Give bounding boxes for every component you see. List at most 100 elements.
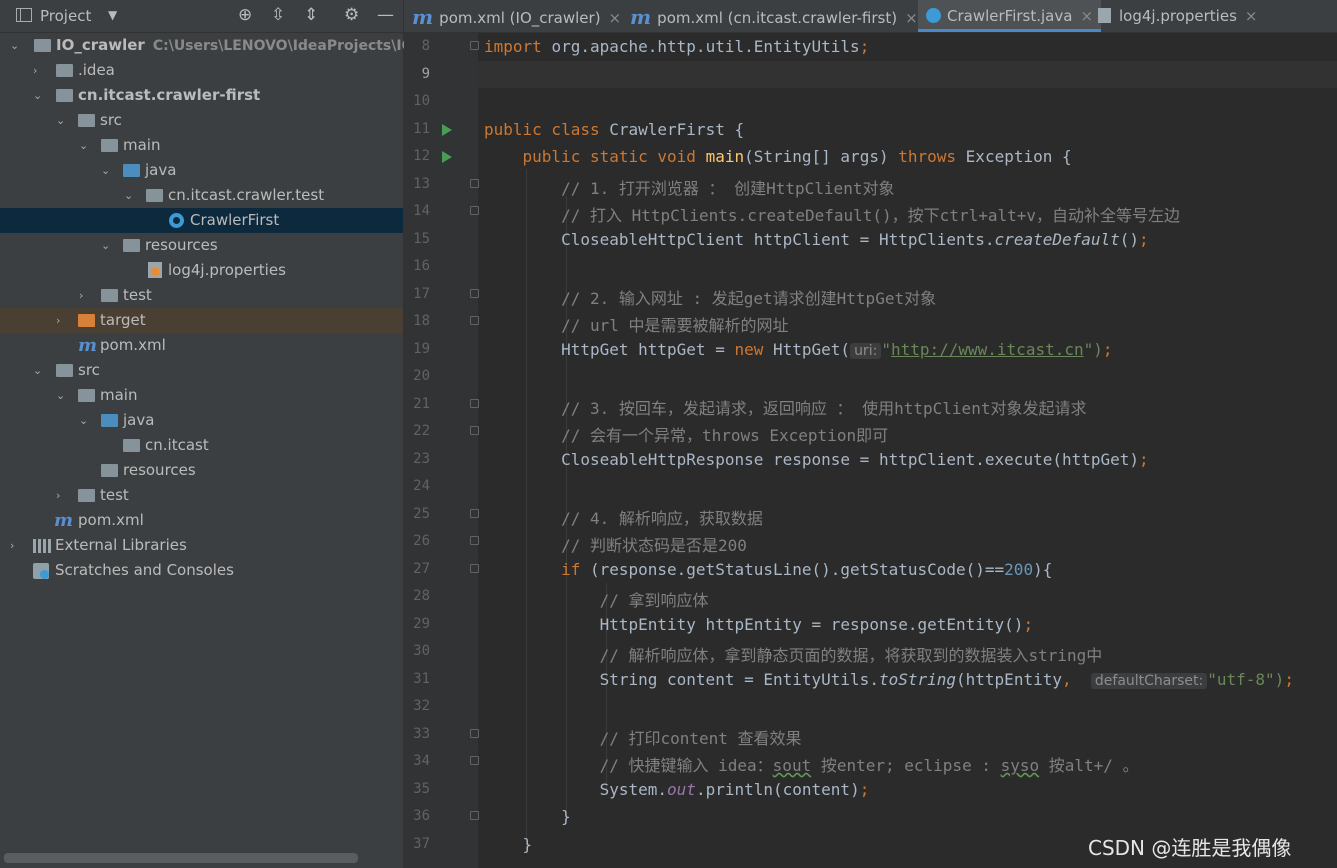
- fold-marker-icon[interactable]: [470, 206, 479, 215]
- line-number: 31: [413, 671, 430, 687]
- tree-item-label: log4j.properties: [168, 261, 286, 279]
- fold-marker-icon[interactable]: [470, 41, 479, 50]
- line-number: 36: [413, 808, 430, 824]
- chevron-right-icon[interactable]: ›: [56, 483, 60, 508]
- chevron-down-icon[interactable]: ⌄: [10, 33, 19, 58]
- chevron-right-icon[interactable]: ›: [56, 308, 60, 333]
- chevron-down-icon[interactable]: ⌄: [101, 233, 110, 258]
- tree-item-package[interactable]: ⌄ cn.itcast.crawler.test: [0, 183, 403, 208]
- tab-pom-io-crawler[interactable]: m pom.xml (IO_crawler) ×: [412, 0, 621, 32]
- tree-item-pom-root[interactable]: m pom.xml: [0, 508, 403, 533]
- fold-marker-icon[interactable]: [470, 316, 479, 325]
- folder-icon: [78, 389, 95, 402]
- chevron-down-icon[interactable]: ⌄: [124, 183, 133, 208]
- expand-all-icon[interactable]: ⇳: [271, 5, 285, 25]
- line-number: 29: [413, 616, 430, 632]
- tree-item-scratches[interactable]: Scratches and Consoles: [0, 558, 403, 583]
- tree-item-crawlerfirst[interactable]: CrawlerFirst: [0, 208, 403, 233]
- code-line-17: // 2. 输入网址 : 发起get请求创建HttpGet对象: [561, 289, 937, 308]
- line-number: 24: [413, 478, 430, 494]
- code-line-30: // 解析响应体，拿到静态页面的数据，将获取到的数据装入string中: [599, 646, 1103, 665]
- close-icon[interactable]: ×: [1245, 7, 1258, 25]
- run-icon[interactable]: [442, 151, 452, 163]
- chevron-down-icon[interactable]: ⌄: [33, 358, 42, 383]
- close-icon[interactable]: ×: [905, 9, 918, 27]
- chevron-down-icon[interactable]: ⌄: [79, 408, 88, 433]
- tab-log4j[interactable]: log4j.properties ×: [1098, 0, 1257, 32]
- tree-item-log4j[interactable]: log4j.properties: [0, 258, 403, 283]
- tree-item-label: src: [100, 111, 122, 129]
- project-panel-title[interactable]: Project: [40, 7, 91, 25]
- code-line-36: }: [561, 807, 571, 826]
- horizontal-scrollbar[interactable]: [4, 853, 358, 863]
- fold-marker-icon[interactable]: [470, 426, 479, 435]
- tree-item-pom-module[interactable]: m pom.xml: [0, 333, 403, 358]
- tab-crawlerfirst[interactable]: CrawlerFirst.java ×: [918, 0, 1102, 32]
- library-icon: [33, 539, 51, 553]
- chevron-down-icon[interactable]: ⌄: [56, 108, 65, 133]
- fold-marker-icon[interactable]: [470, 729, 479, 738]
- chevron-down-icon[interactable]: ▼: [108, 8, 117, 22]
- tree-item-resources[interactable]: ⌄ resources: [0, 233, 403, 258]
- gear-icon[interactable]: ⚙: [344, 5, 359, 25]
- tree-item-java[interactable]: ⌄ java: [0, 158, 403, 183]
- code-line-23: CloseableHttpResponse response = httpCli…: [561, 450, 1149, 469]
- tree-item-label: Scratches and Consoles: [55, 561, 234, 579]
- code-line-27: if (response.getStatusLine().getStatusCo…: [561, 560, 1053, 579]
- tab-pom-crawler-first[interactable]: m pom.xml (cn.itcast.crawler-first) ×: [630, 0, 918, 32]
- fold-marker-icon[interactable]: [470, 756, 479, 765]
- run-icon[interactable]: [442, 124, 452, 136]
- code-line-22: // 会有一个异常，throws Exception即可: [561, 426, 889, 445]
- tree-item-java-root[interactable]: ⌄ java: [0, 408, 403, 433]
- line-number: 12: [413, 148, 430, 164]
- fold-marker-icon[interactable]: [470, 179, 479, 188]
- fold-marker-icon[interactable]: [470, 289, 479, 298]
- chevron-down-icon[interactable]: ⌄: [56, 383, 65, 408]
- chevron-down-icon[interactable]: ⌄: [101, 158, 110, 183]
- tree-item-src-root[interactable]: ⌄ src: [0, 358, 403, 383]
- tree-item-label: cn.itcast: [145, 436, 209, 454]
- chevron-right-icon[interactable]: ›: [10, 533, 14, 558]
- line-number: 33: [413, 726, 430, 742]
- tree-item-main[interactable]: ⌄ main: [0, 133, 403, 158]
- close-icon[interactable]: ×: [1080, 7, 1093, 25]
- fold-marker-icon[interactable]: [470, 811, 479, 820]
- watermark: CSDN @连胜是我偶像: [1088, 836, 1292, 860]
- tree-item-crawler-first[interactable]: ⌄ cn.itcast.crawler-first: [0, 83, 403, 108]
- tree-item-target[interactable]: › target: [0, 308, 403, 333]
- parameter-hint: defaultCharset:: [1090, 673, 1208, 689]
- folder-icon: [78, 489, 95, 502]
- properties-icon: [1098, 8, 1111, 23]
- tree-item-test[interactable]: › test: [0, 283, 403, 308]
- chevron-right-icon[interactable]: ›: [33, 58, 37, 83]
- locate-icon[interactable]: ⊕: [238, 5, 252, 25]
- line-number: 8: [421, 38, 430, 54]
- tree-item-idea[interactable]: › .idea: [0, 58, 403, 83]
- tree-item-test-root[interactable]: › test: [0, 483, 403, 508]
- close-icon[interactable]: ×: [609, 9, 622, 27]
- code-editor[interactable]: 8 9 10 11 12 13 14 15 16 17 18 19 20 21 …: [404, 33, 1337, 868]
- tree-item-package-root[interactable]: cn.itcast: [0, 433, 403, 458]
- resources-folder-icon: [123, 239, 140, 252]
- fold-marker-icon[interactable]: [470, 536, 479, 545]
- tree-item-external-libraries[interactable]: › External Libraries: [0, 533, 403, 558]
- chevron-down-icon[interactable]: ⌄: [33, 83, 42, 108]
- fold-marker-icon[interactable]: [470, 399, 479, 408]
- tree-item-resources-root[interactable]: resources: [0, 458, 403, 483]
- line-number: 30: [413, 643, 430, 659]
- hide-icon[interactable]: —: [377, 5, 394, 25]
- chevron-down-icon[interactable]: ⌄: [79, 133, 88, 158]
- tree-item-src[interactable]: ⌄ src: [0, 108, 403, 133]
- code-line-31: String content = EntityUtils.toString(ht…: [599, 670, 1294, 689]
- fold-marker-icon[interactable]: [470, 509, 479, 518]
- scratches-icon: [33, 563, 49, 579]
- tree-item-io-crawler[interactable]: ⌄ IO_crawler C:\Users\LENOVO\IdeaProjects…: [0, 33, 429, 58]
- excluded-folder-icon: [78, 314, 95, 327]
- maven-icon: m: [54, 510, 74, 531]
- tree-item-main-root[interactable]: ⌄ main: [0, 383, 403, 408]
- collapse-all-icon[interactable]: ⇕: [304, 5, 318, 25]
- code-line-35: System.out.println(content);: [599, 780, 870, 799]
- chevron-right-icon[interactable]: ›: [79, 283, 83, 308]
- fold-marker-icon[interactable]: [470, 564, 479, 573]
- tree-item-label: External Libraries: [55, 536, 187, 554]
